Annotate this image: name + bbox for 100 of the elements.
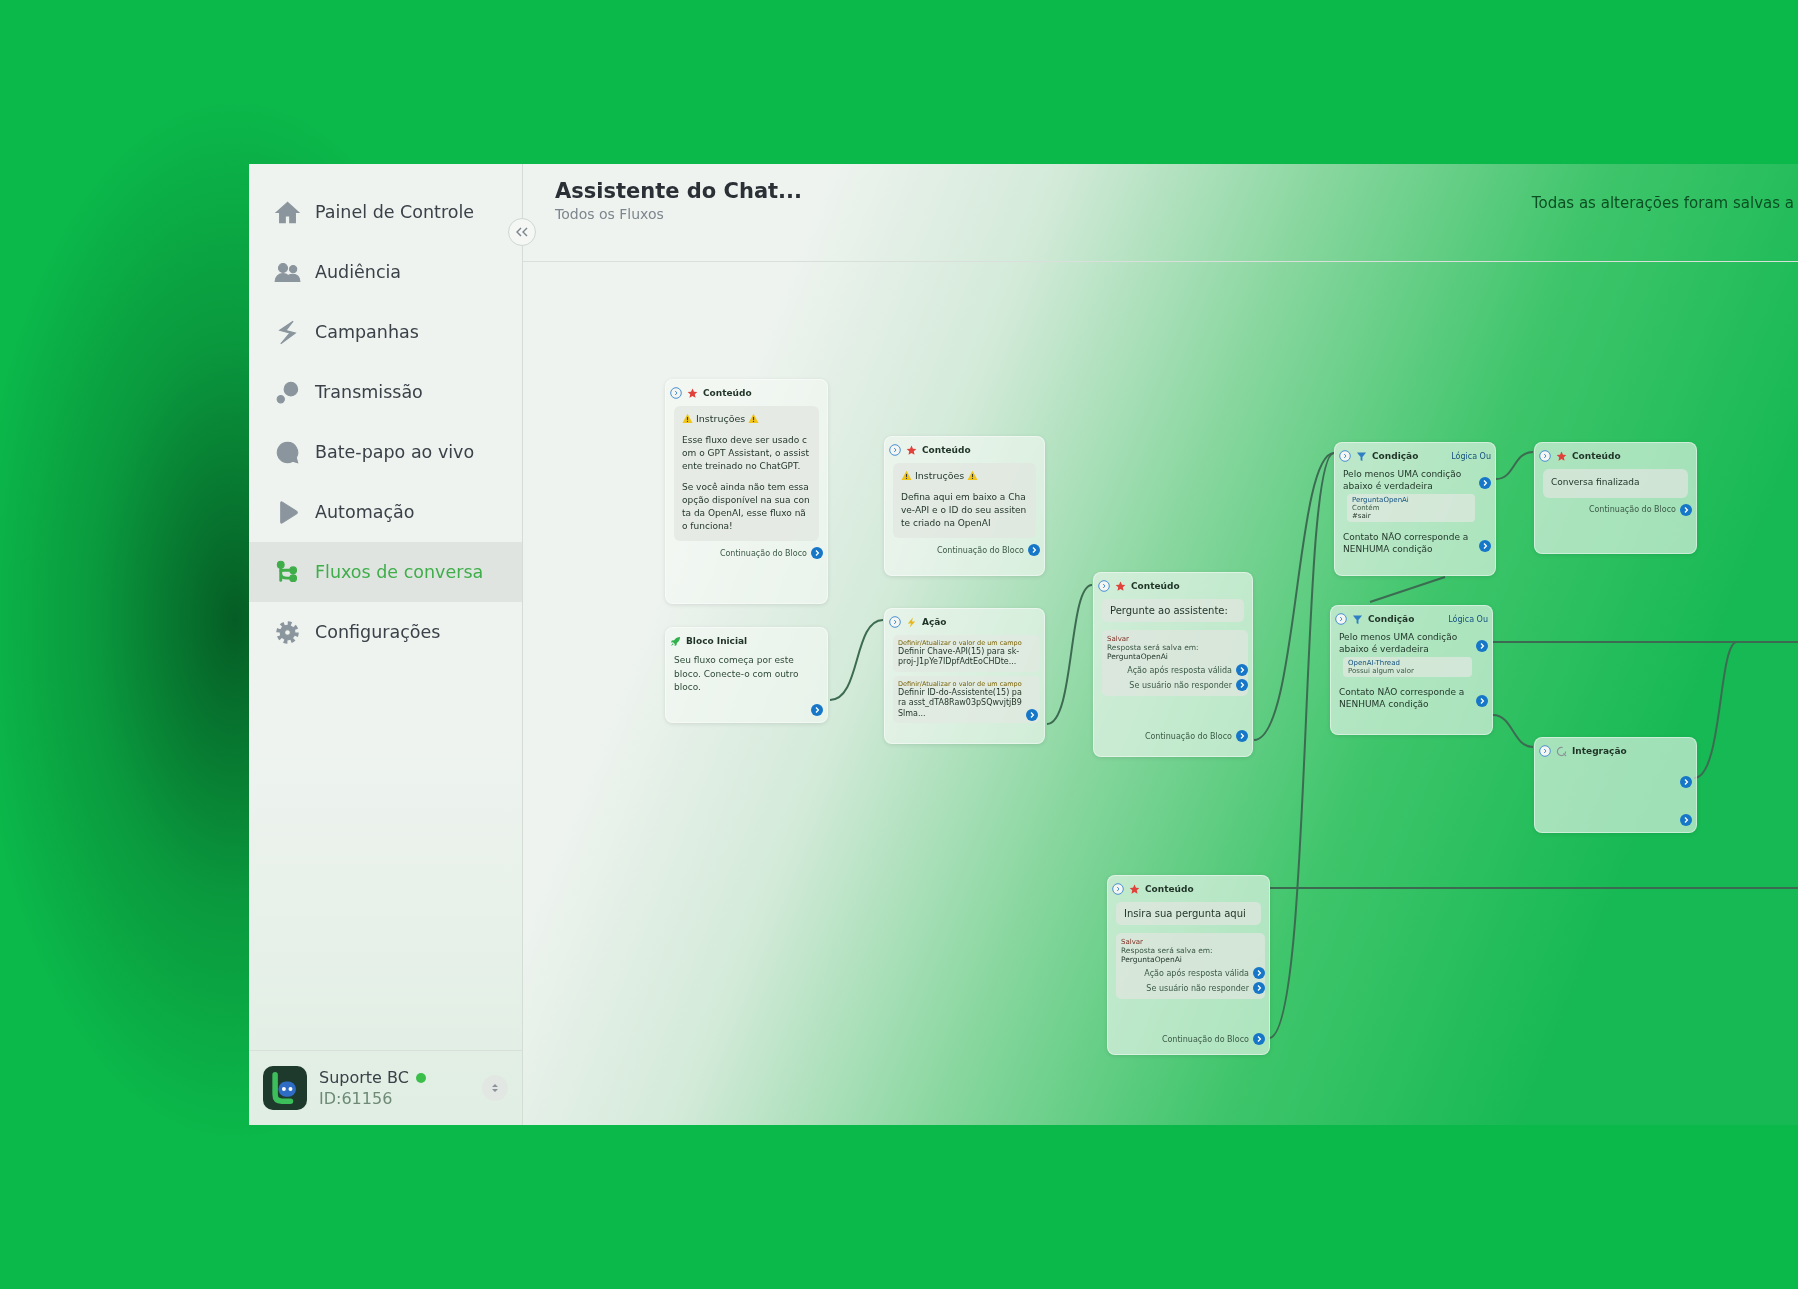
input-port[interactable]: [670, 387, 682, 399]
condition-text: Pelo menos UMA condição abaixo é verdadeira: [1343, 469, 1463, 493]
flow-block[interactable]: [884, 608, 1045, 744]
condition-text: Contato NÃO corresponde a NENHUMA condição: [1343, 532, 1470, 556]
star-icon: [1115, 580, 1126, 592]
output-port[interactable]: [1479, 477, 1491, 489]
block-title: Integração: [1572, 746, 1627, 756]
sidebar-item[interactable]: Bate-papo ao vivo: [249, 422, 522, 482]
star-icon: [906, 444, 917, 456]
account-switch-button[interactable]: [482, 1075, 508, 1101]
lightning-icon: [906, 616, 917, 628]
flow-block[interactable]: [665, 379, 828, 604]
funnel-icon: [1356, 450, 1367, 462]
block-title: Conteúdo: [1145, 884, 1194, 894]
sidebar-item[interactable]: Transmissão: [249, 362, 522, 422]
input-port[interactable]: [889, 616, 901, 628]
output-port[interactable]: [1680, 776, 1692, 788]
connector-line: [1492, 714, 1534, 748]
output-port[interactable]: [1476, 695, 1488, 708]
warning-icon: [901, 470, 912, 481]
continuation-label: Se usuário não responder: [1129, 680, 1232, 690]
double-chevron-icon: [515, 226, 529, 238]
message-text: Se você ainda não tem essa opção disponível na sua conta da OpenAI, esse fluxo não funciona!: [682, 481, 811, 533]
input-port[interactable]: [1335, 613, 1347, 625]
connector-line: [1495, 451, 1534, 480]
output-port[interactable]: [1253, 1033, 1265, 1045]
continuation-label: Continuação do Bloco: [1161, 1034, 1249, 1044]
star-icon: [1129, 883, 1140, 895]
warning-icon: [967, 470, 979, 481]
block-title: Condição: [1372, 451, 1419, 461]
account-id: ID:61156: [319, 1089, 394, 1108]
block-title: Conteúdo: [703, 388, 752, 398]
question-bubble: Insira sua pergunta aqui: [1116, 902, 1261, 925]
condition-text: Contato NÃO corresponde a NENHUMA condição: [1339, 687, 1466, 711]
block-title: Ação: [922, 617, 947, 627]
input-port[interactable]: [1098, 580, 1110, 592]
output-port[interactable]: [811, 547, 823, 560]
continuation-label: Continuação do Bloco: [719, 548, 807, 558]
continuation-label: Ação após resposta válida: [1127, 665, 1232, 675]
output-port[interactable]: [1680, 503, 1692, 516]
question-bubble: Pergunte ao assistente:: [1102, 599, 1244, 622]
flow-block[interactable]: Integração: [1534, 737, 1697, 833]
funnel-icon: [1352, 613, 1363, 625]
action-text: Definir Chave-API(15) para sk-proj-J1pYe7IDpfAdtEoCHDte...: [898, 647, 1020, 668]
sidebar-item[interactable]: Painel de Controle: [249, 182, 522, 242]
star-icon: [1556, 450, 1567, 462]
warning-icon: [748, 413, 760, 424]
logic-label: Lógica Ou: [1451, 451, 1491, 461]
rocket-icon: [670, 635, 681, 647]
output-port[interactable]: [1253, 967, 1265, 979]
save-status: Todas as alterações foram salvas a: [1531, 194, 1794, 212]
gear-icon: [274, 618, 301, 646]
up-down-icon: [490, 1082, 500, 1094]
continuation-label: Ação após resposta válida: [1144, 968, 1249, 978]
message-text: Defina aqui em baixo a Chave-API e o ID do seu assitente criado na OpenAI: [901, 491, 1028, 530]
message-text: Esse fluxo deve ser usado com o GPT Assistant, o assistente treinado no ChatGPT.: [682, 434, 810, 473]
account-name: Suporte BC: [319, 1068, 409, 1087]
output-port[interactable]: [1236, 679, 1248, 691]
continuation-label: Se usuário não responder: [1146, 983, 1249, 993]
output-port[interactable]: [1028, 544, 1040, 557]
block-title: Conteúdo: [922, 445, 971, 455]
output-port[interactable]: [1479, 540, 1491, 553]
output-port[interactable]: [1236, 664, 1248, 676]
integration-icon: [1556, 745, 1567, 757]
input-port[interactable]: [1339, 450, 1351, 462]
input-port[interactable]: [1539, 745, 1551, 757]
continuation-label: Continuação do Bloco: [1588, 505, 1676, 515]
output-port[interactable]: [1236, 730, 1248, 742]
message-heading: Instruções: [696, 413, 746, 424]
flow-block[interactable]: Conteúdo Instruções Defina aqui em baixo a Chave-API e o ID do seu assitente criado na OpenAI Continuação do Bloco: [884, 436, 1045, 576]
continuation-label: Continuação do Bloco: [936, 545, 1024, 555]
output-port[interactable]: [1253, 982, 1265, 994]
action-text: Definir ID-do-Assistente(15) para asst_dTA8Raw03pSQwvjtjB9Slma...: [898, 687, 1022, 719]
continuation-label: Continuação do Bloco: [1144, 731, 1232, 741]
sidebar-item[interactable]: Automação: [249, 482, 522, 542]
block-title: Conteúdo: [1572, 451, 1621, 461]
block-title: Bloco Inicial: [686, 636, 748, 646]
output-port[interactable]: [1476, 640, 1488, 652]
condition-text: Pelo menos UMA condição abaixo é verdadeira: [1339, 632, 1459, 656]
input-port[interactable]: [1539, 450, 1551, 462]
flow-block[interactable]: Conteúdo Conversa finalizada Continuação do Bloco: [1534, 442, 1697, 554]
block-title: Conteúdo: [1131, 581, 1180, 591]
logic-label: Lógica Ou: [1448, 614, 1488, 624]
bot-logo-icon: [263, 1066, 307, 1110]
block-title: Condição: [1368, 614, 1415, 624]
input-port[interactable]: [1112, 883, 1124, 895]
star-icon: [687, 387, 698, 399]
output-port[interactable]: [1680, 814, 1692, 826]
input-port[interactable]: [889, 444, 901, 456]
output-port[interactable]: [1026, 708, 1038, 721]
flow-title: Assistente do Chat...: [555, 179, 803, 203]
message-text: Conversa finalizada: [1551, 476, 1641, 489]
output-port[interactable]: [811, 703, 823, 716]
message-heading: Instruções: [915, 470, 965, 481]
warning-icon: [682, 413, 693, 424]
flow-block[interactable]: Bloco Inicial Seu fluxo começa por este bloco. Conecte-o com outro bloco.: [665, 627, 828, 723]
sidebar-item[interactable]: Audiência: [249, 242, 522, 302]
sidebar-item[interactable]: Campanhas: [249, 302, 522, 362]
sidebar-item[interactable]: Configurações: [249, 602, 522, 662]
block-description: Seu fluxo começa por este bloco. Conecte-o com outro bloco.: [674, 654, 800, 694]
